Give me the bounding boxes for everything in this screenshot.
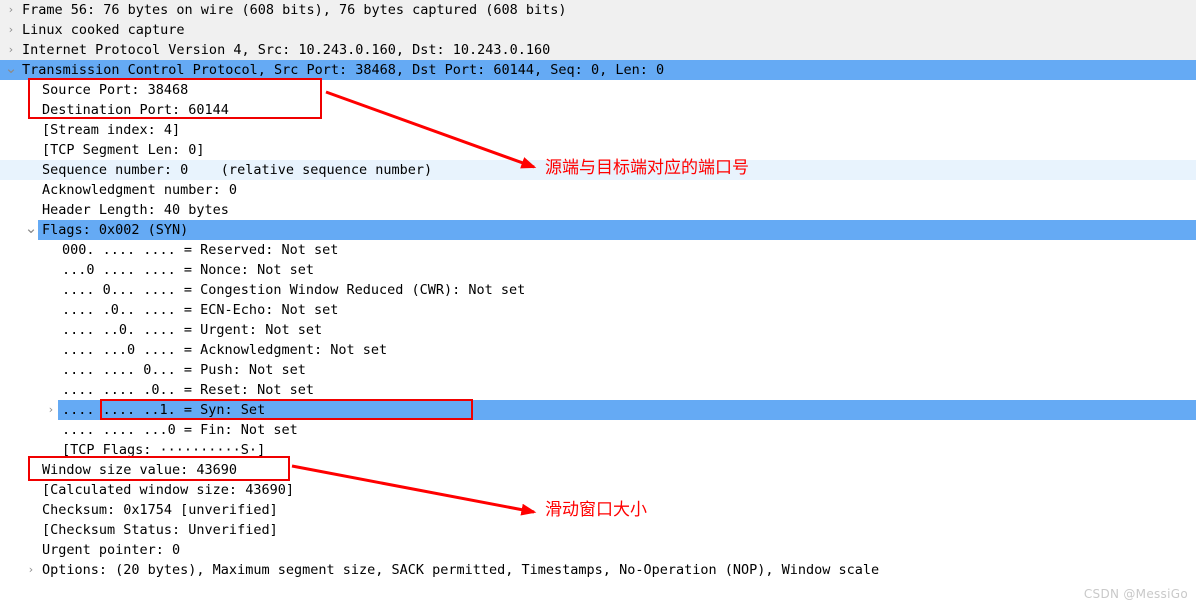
tree-row-label: Options: (20 bytes), Maximum segment siz… xyxy=(42,562,880,578)
tree-row-label: Sequence number: 0 (relative sequence nu… xyxy=(42,162,433,178)
tree-row-label: .... .... ..1. = Syn: Set xyxy=(62,402,266,418)
tree-row-label: [Checksum Status: Unverified] xyxy=(42,522,278,538)
tree-row[interactable]: .... .... ...0 = Fin: Not set xyxy=(0,420,1196,440)
tree-row[interactable]: Acknowledgment number: 0 xyxy=(0,180,1196,200)
tree-row-label: Source Port: 38468 xyxy=(42,82,189,98)
chevron-right-icon[interactable]: › xyxy=(24,560,38,580)
tree-row[interactable]: 000. .... .... = Reserved: Not set xyxy=(0,240,1196,260)
tree-row-label: [TCP Flags: ··········S·] xyxy=(62,442,266,458)
tree-row-label: .... .... 0... = Push: Not set xyxy=(62,362,306,378)
tree-row-label: [TCP Segment Len: 0] xyxy=(42,142,205,158)
tree-row-label: .... .... ...0 = Fin: Not set xyxy=(62,422,298,438)
tree-row[interactable]: [TCP Flags: ··········S·] xyxy=(0,440,1196,460)
tree-row-label: .... ...0 .... = Acknowledgment: Not set xyxy=(62,342,388,358)
tree-row-label: [Calculated window size: 43690] xyxy=(42,482,294,498)
tree-row-label: Header Length: 40 bytes xyxy=(42,202,229,218)
tree-row-label: .... 0... .... = Congestion Window Reduc… xyxy=(62,282,526,298)
tree-row[interactable]: .... .0.. .... = ECN-Echo: Not set xyxy=(0,300,1196,320)
tree-row[interactable]: [Stream index: 4] xyxy=(0,120,1196,140)
window-note: 滑动窗口大小 xyxy=(545,500,647,520)
chevron-right-icon[interactable]: › xyxy=(4,20,18,40)
tree-row[interactable]: .... ...0 .... = Acknowledgment: Not set xyxy=(0,340,1196,360)
tree-row-label: Flags: 0x002 (SYN) xyxy=(42,222,189,238)
tree-row[interactable]: .... ..0. .... = Urgent: Not set xyxy=(0,320,1196,340)
tree-row-label: Destination Port: 60144 xyxy=(42,102,229,118)
tree-row-label: .... ..0. .... = Urgent: Not set xyxy=(62,322,323,338)
chevron-down-icon[interactable]: ⌄ xyxy=(4,60,18,76)
tree-row-label: Urgent pointer: 0 xyxy=(42,542,181,558)
tree-row-label: .... .0.. .... = ECN-Echo: Not set xyxy=(62,302,339,318)
tree-row[interactable]: [Checksum Status: Unverified] xyxy=(0,520,1196,540)
tree-row-label: [Stream index: 4] xyxy=(42,122,181,138)
tree-row-label: Window size value: 43690 xyxy=(42,462,238,478)
tree-row[interactable]: Source Port: 38468 xyxy=(0,80,1196,100)
tree-row[interactable]: ...0 .... .... = Nonce: Not set xyxy=(0,260,1196,280)
tree-row[interactable]: Urgent pointer: 0 xyxy=(0,540,1196,560)
tree-row[interactable]: › Options: (20 bytes), Maximum segment si… xyxy=(0,560,1196,580)
tree-row[interactable]: › Internet Protocol Version 4, Src: 10.24… xyxy=(0,40,1196,60)
tree-row[interactable]: › Frame 56: 76 bytes on wire (608 bits), … xyxy=(0,0,1196,20)
tree-row[interactable]: ⌄ Flags: 0x002 (SYN) xyxy=(0,220,1196,240)
tree-row[interactable]: .... 0... .... = Congestion Window Reduc… xyxy=(0,280,1196,300)
tree-row[interactable]: [Calculated window size: 43690] xyxy=(0,480,1196,500)
tree-row[interactable]: Header Length: 40 bytes xyxy=(0,200,1196,220)
tree-row-label: Transmission Control Protocol, Src Port:… xyxy=(22,62,665,78)
tree-row-label: Acknowledgment number: 0 xyxy=(42,182,238,198)
ports-note: 源端与目标端对应的端口号 xyxy=(545,158,749,178)
tree-row[interactable]: .... .... 0... = Push: Not set xyxy=(0,360,1196,380)
row-selection-fill xyxy=(38,220,1196,240)
csdn-watermark: CSDN @MessiGo xyxy=(1083,587,1188,601)
tree-row[interactable]: ⌄ Transmission Control Protocol, Src Port… xyxy=(0,60,1196,80)
tree-row[interactable]: [TCP Segment Len: 0] xyxy=(0,140,1196,160)
chevron-right-icon[interactable]: › xyxy=(4,40,18,60)
tree-row-label: Internet Protocol Version 4, Src: 10.243… xyxy=(22,42,551,58)
tree-row[interactable]: ›.... .... ..1. = Syn: Set xyxy=(0,400,1196,420)
tree-row-label: .... .... .0.. = Reset: Not set xyxy=(62,382,314,398)
chevron-right-icon[interactable]: › xyxy=(44,400,58,420)
chevron-down-icon[interactable]: ⌄ xyxy=(24,220,38,236)
tree-row-label: ...0 .... .... = Nonce: Not set xyxy=(62,262,314,278)
tree-row[interactable]: › Linux cooked capture xyxy=(0,20,1196,40)
tree-row[interactable]: Window size value: 43690 xyxy=(0,460,1196,480)
tree-row[interactable]: Destination Port: 60144 xyxy=(0,100,1196,120)
tree-row[interactable]: .... .... .0.. = Reset: Not set xyxy=(0,380,1196,400)
tree-row-label: Frame 56: 76 bytes on wire (608 bits), 7… xyxy=(22,2,567,18)
chevron-right-icon[interactable]: › xyxy=(4,0,18,20)
tree-row-label: Checksum: 0x1754 [unverified] xyxy=(42,502,278,518)
tree-row-label: 000. .... .... = Reserved: Not set xyxy=(62,242,339,258)
tree-row-label: Linux cooked capture xyxy=(22,22,185,38)
